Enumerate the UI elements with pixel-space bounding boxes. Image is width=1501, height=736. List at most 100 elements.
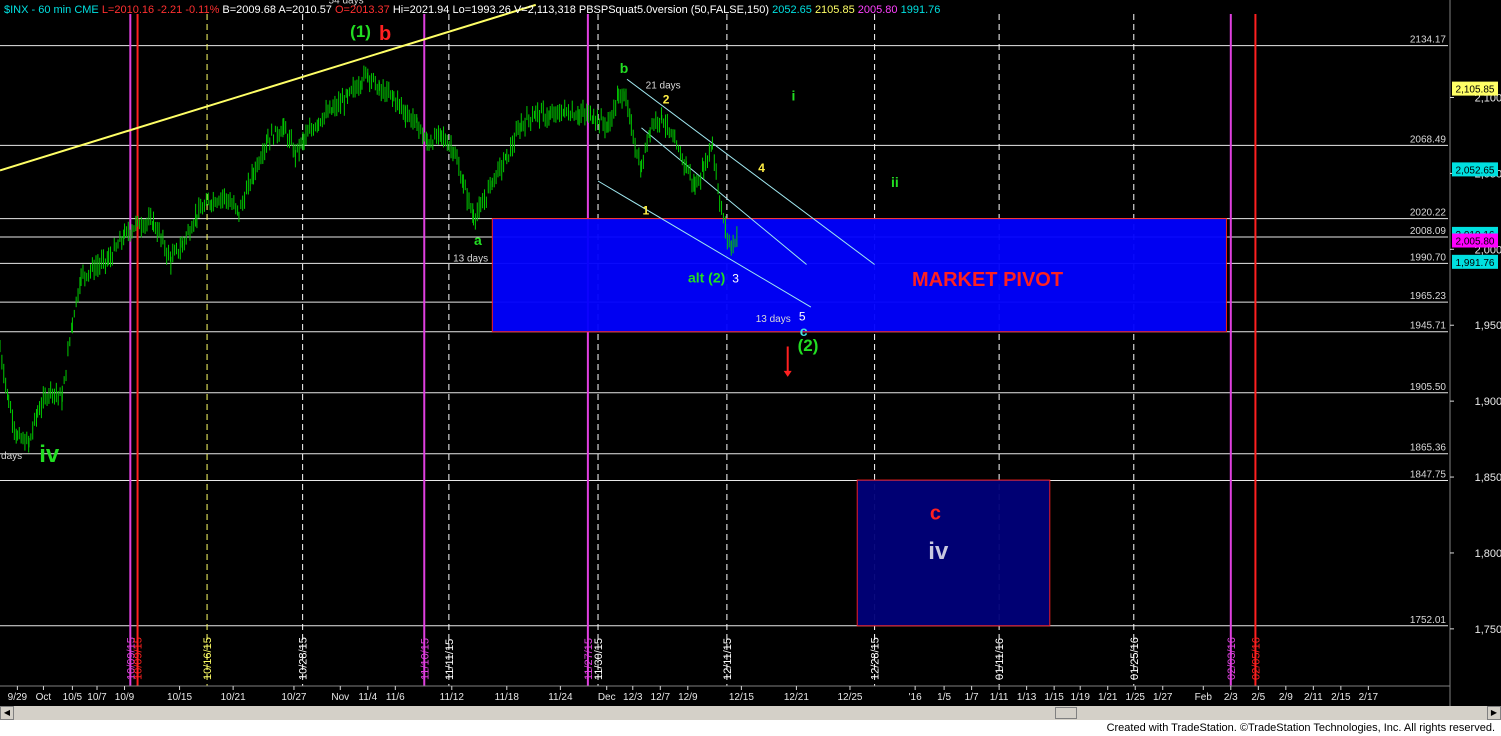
level-label: 2068.49 [1410, 134, 1447, 145]
x-tick-label: 2/3 [1224, 692, 1238, 703]
wave-label: (2) [798, 336, 819, 355]
chart-area[interactable]: 2134.17 2068.49 2020.22 2008.09 1990.70 1965.… [0, 0, 1501, 736]
x-tick-label: 11/12 [440, 692, 465, 703]
scroll-thumb[interactable] [1055, 707, 1077, 719]
target-zone-box [856, 479, 1051, 627]
x-tick-label: 10/27 [281, 692, 306, 703]
wave-label: b [379, 23, 391, 45]
wave-label: 13 days [756, 314, 791, 325]
x-tick-label: 11/18 [495, 692, 520, 703]
header-volume: V=2,113,318 [514, 4, 579, 16]
x-tick-label: 2/17 [1359, 692, 1379, 703]
y-tick-label: 1,900.00 [1475, 396, 1501, 408]
scroll-right-icon[interactable]: ▶ [1487, 706, 1501, 720]
vertical-line-label: 12/28/15 [870, 637, 882, 680]
vertical-line-label: 02/03/16 [1226, 637, 1238, 680]
x-tick-label: 1/15 [1044, 692, 1064, 703]
vertical-line-label: 10/28/15 [298, 637, 310, 680]
header-exchange: CME [74, 4, 102, 16]
vertical-line-label: 10/09/15 [133, 637, 145, 680]
vertical-line-label: 02/05/16 [1250, 637, 1262, 680]
header-ask: A=2010.57 [278, 4, 335, 16]
y-tick-label: 1,850.00 [1475, 472, 1501, 484]
wave-label: 3 [732, 272, 739, 286]
level-label: 2020.22 [1410, 208, 1447, 219]
wave-label: iv [39, 441, 60, 468]
x-tick-label: 1/21 [1098, 692, 1118, 703]
wave-label: 2 [663, 93, 670, 107]
header-low: Lo=1993.26 [452, 4, 513, 16]
header-study-v1: 2052.65 [772, 4, 815, 16]
wave-label: 21 days [646, 80, 681, 91]
x-tick-label: 2/15 [1331, 692, 1351, 703]
level-label: 2008.09 [1410, 226, 1447, 237]
scroll-left-icon[interactable]: ◀ [0, 706, 14, 720]
x-tick-label: 9/29 [8, 692, 28, 703]
wave-label: b [620, 60, 629, 76]
x-tick-label: 1/13 [1017, 692, 1037, 703]
level-label: 1945.71 [1410, 321, 1447, 332]
x-tick-label: Feb [1195, 692, 1213, 703]
wave-label: (1) [350, 22, 371, 41]
header-symbol: $INX - 60 min [4, 4, 74, 16]
price-flag-label: 2,005.80 [1456, 237, 1495, 248]
header-study-v4: 1991.76 [901, 4, 941, 16]
x-tick-label: Dec [598, 692, 616, 703]
y-tick-label: 1,950.00 [1475, 320, 1501, 332]
wave-label: 1 [642, 203, 649, 217]
vertical-line-label: 01/11/16 [994, 638, 1006, 680]
x-tick-label: 12/25 [837, 692, 862, 703]
footer: Created with TradeStation. ©TradeStation… [0, 720, 1501, 736]
x-tick-label: 1/11 [990, 692, 1009, 703]
wave-label: 4 [758, 161, 765, 175]
wave-label: c [930, 503, 941, 525]
header-study: PBSPSquat5.0version (50,FALSE,150) [579, 4, 772, 16]
x-tick-label: 10/21 [221, 692, 246, 703]
header-study-v2: 2105.85 [815, 4, 858, 16]
header-last: L=2010.16 [102, 4, 157, 16]
footer-credit: Created with TradeStation. ©TradeStation… [1106, 722, 1495, 734]
y-tick-label: 1,800.00 [1475, 548, 1501, 560]
x-tick-label: 2/11 [1304, 692, 1323, 703]
wave-label: alt (2) [688, 270, 725, 286]
wave-label: a [474, 232, 482, 248]
y-tick-label: 1,750.00 [1475, 624, 1501, 636]
x-tick-label: Nov [331, 692, 349, 703]
horizontal-scrollbar[interactable]: ◀ ▶ [0, 706, 1501, 720]
chart-header: $INX - 60 min CME L=2010.16 -2.21 -0.11%… [4, 4, 940, 16]
vertical-line-label: 11/10/15 [419, 638, 431, 680]
x-tick-label: 11/4 [358, 692, 377, 703]
header-change: -2.21 [157, 4, 185, 16]
wave-label: i [792, 88, 796, 104]
x-tick-label: '16 [909, 692, 922, 703]
price-chart[interactable]: 2134.17 2068.49 2020.22 2008.09 1990.70 1965.… [0, 0, 1501, 706]
price-flag-label: 2,105.85 [1456, 85, 1495, 96]
x-tick-label: 1/7 [965, 692, 979, 703]
header-study-v3: 2005.80 [858, 4, 901, 16]
x-tick-label: 12/3 [623, 692, 643, 703]
x-tick-label: 10/5 [63, 692, 83, 703]
x-tick-label: 10/7 [87, 692, 107, 703]
header-high: Hi=2021.94 [393, 4, 453, 16]
x-tick-label: 10/15 [167, 692, 192, 703]
vertical-line-label: 11/11/15 [444, 639, 456, 680]
vertical-line-label: 10/16/15 [202, 637, 214, 680]
wave-label: iv [928, 538, 949, 565]
x-tick-label: 1/25 [1125, 692, 1145, 703]
level-label: 1847.75 [1410, 469, 1447, 480]
header-change-pct: -0.11% [185, 4, 222, 16]
x-tick-label: 12/9 [678, 692, 698, 703]
x-tick-label: 1/19 [1070, 692, 1090, 703]
x-tick-label: Oct [36, 692, 52, 703]
wave-label: MARKET PIVOT [912, 269, 1063, 291]
vertical-line-label: 01/25/16 [1129, 637, 1141, 680]
wave-label: 5 [799, 310, 806, 324]
market-pivot-box [491, 218, 1227, 333]
vertical-line-label: 11/30/15 [593, 638, 605, 680]
price-flag-label: 2,052.65 [1456, 165, 1495, 176]
level-label: 1752.01 [1410, 615, 1447, 626]
x-tick-label: 1/27 [1153, 692, 1173, 703]
x-tick-label: 12/21 [784, 692, 809, 703]
x-tick-label: 12/15 [729, 692, 754, 703]
x-tick-label: 11/24 [548, 692, 573, 703]
